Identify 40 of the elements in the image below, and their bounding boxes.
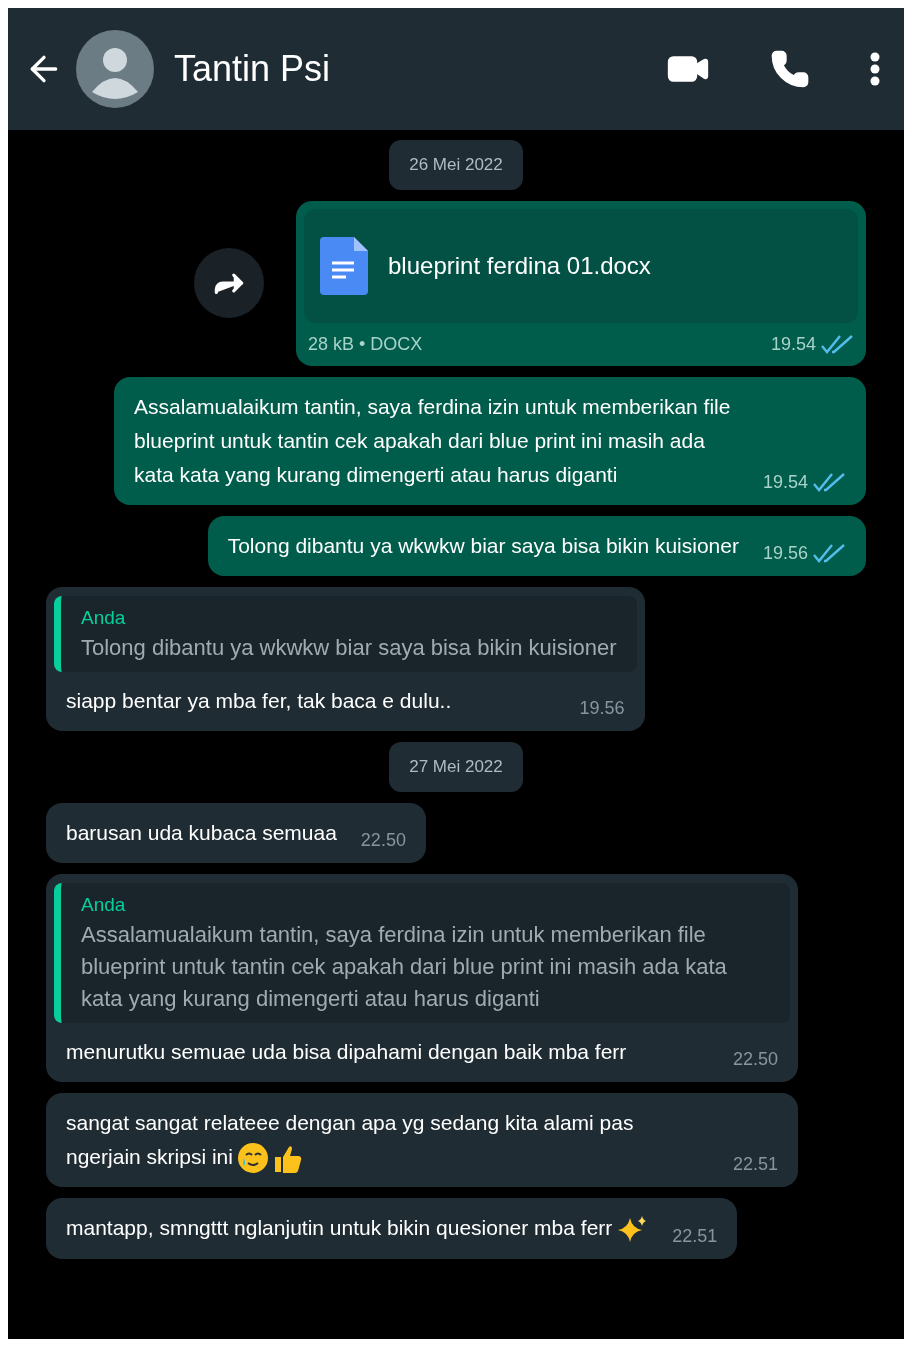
quoted-message[interactable]: Anda Tolong dibantu ya wkwkw biar saya bisa bikin kuisioner: [54, 595, 637, 672]
quote-text: Tolong dibantu ya wkwkw biar saya bisa bikin kuisioner: [81, 634, 617, 662]
quote-text: Assalamualaikum tantin, saya ferdina izin untuk memberikan file blueprint untuk tantin cek apakah dari blue print ini masih ada kata kata yang kurang dimengerti atau harus diganti: [81, 921, 728, 1013]
message-time: 19.54: [770, 332, 816, 356]
file-message[interactable]: blueprint ferdina 01.docx 28 kB • DOCX 19.54: [296, 200, 866, 366]
smiling-face-with-tear-icon: [236, 1142, 269, 1175]
received-message[interactable]: Anda Tolong dibantu ya wkwkw biar saya bisa bikin kuisioner siapp bentar ya mba fer, tak baca e dulu.. 19.56: [46, 586, 645, 731]
message-time: 19.56: [762, 541, 808, 565]
message-text: Assalamualaikum tantin, saya ferdina izin untuk memberikan file blueprint untuk tantin cek apakah dari blue print ini masih ada kata kata yang kurang dimengerti atau harus diganti: [134, 393, 732, 488]
date-chip: 27 Mei 2022: [389, 742, 523, 792]
phone-call-button[interactable]: [770, 49, 810, 89]
message-text: mantapp, smngttt nglanjutin untuk bikin quesioner mba ferr: [66, 1207, 649, 1250]
file-name: blueprint ferdina 01.docx: [388, 250, 651, 281]
message-time: 22.50: [732, 1048, 778, 1071]
quote-author: Anda: [81, 605, 127, 630]
message-text: Tolong dibantu ya wkwkw biar saya bisa bikin kuisioner: [227, 532, 739, 559]
sent-message[interactable]: Tolong dibantu ya wkwkw biar saya bisa bikin kuisioner 19.56: [207, 515, 866, 576]
quote-author: Anda: [81, 892, 127, 917]
message-text: sangat sangat relateee dengan apa yg sedang kita alami pas ngerjain skripsi ini: [66, 1102, 709, 1179]
received-message[interactable]: [46, 873, 798, 1082]
file-meta: 28 kB • DOCX: [308, 332, 423, 356]
received-message[interactable]: barusan uda kubaca semuaa 22.50: [46, 802, 426, 863]
message-time: 22.51: [732, 1153, 778, 1177]
sent-message[interactable]: Assalamualaikum tantin, saya ferdina izin untuk memberikan file blueprint untuk tantin cek apakah dari blue print ini masih ada kata kata yang kurang dimengerti atau harus diganti 19.54: [114, 376, 866, 505]
message-text: barusan uda kubaca semuaa: [66, 819, 337, 846]
message-text: menurutku semuae uda bisa dipahami dengan baik mba ferr: [66, 1039, 627, 1065]
received-message[interactable]: mantapp, smngttt nglanjutin untuk bikin quesioner mba ferr 22.51: [46, 1198, 738, 1259]
message-time: 19.56: [579, 697, 625, 720]
avatar-icon: [76, 30, 154, 108]
message-time: 22.51: [672, 1224, 718, 1248]
message-time: 19.54: [762, 470, 808, 494]
quoted-message[interactable]: Anda Assalamualaikum tantin, saya ferdina izin untuk memberikan file blueprint untuk tantin cek apakah dari blue print ini masih ada kata kata yang kurang dimengerti atau harus diganti: [54, 882, 790, 1023]
message-time: 22.50: [360, 828, 406, 852]
menu-button[interactable]: [870, 52, 880, 86]
contact-name[interactable]: Tantin Psi: [174, 42, 654, 96]
received-message[interactable]: sangat sangat relateee dengan apa yg sedang kita alami pas ngerjain skripsi ini 22.51: [46, 1093, 798, 1188]
document-icon: [320, 236, 368, 295]
message-text: siapp bentar ya mba fer, tak baca e dulu..: [66, 688, 452, 714]
more-vertical-icon: [870, 52, 880, 86]
date-chip: 26 Mei 2022: [389, 140, 523, 190]
